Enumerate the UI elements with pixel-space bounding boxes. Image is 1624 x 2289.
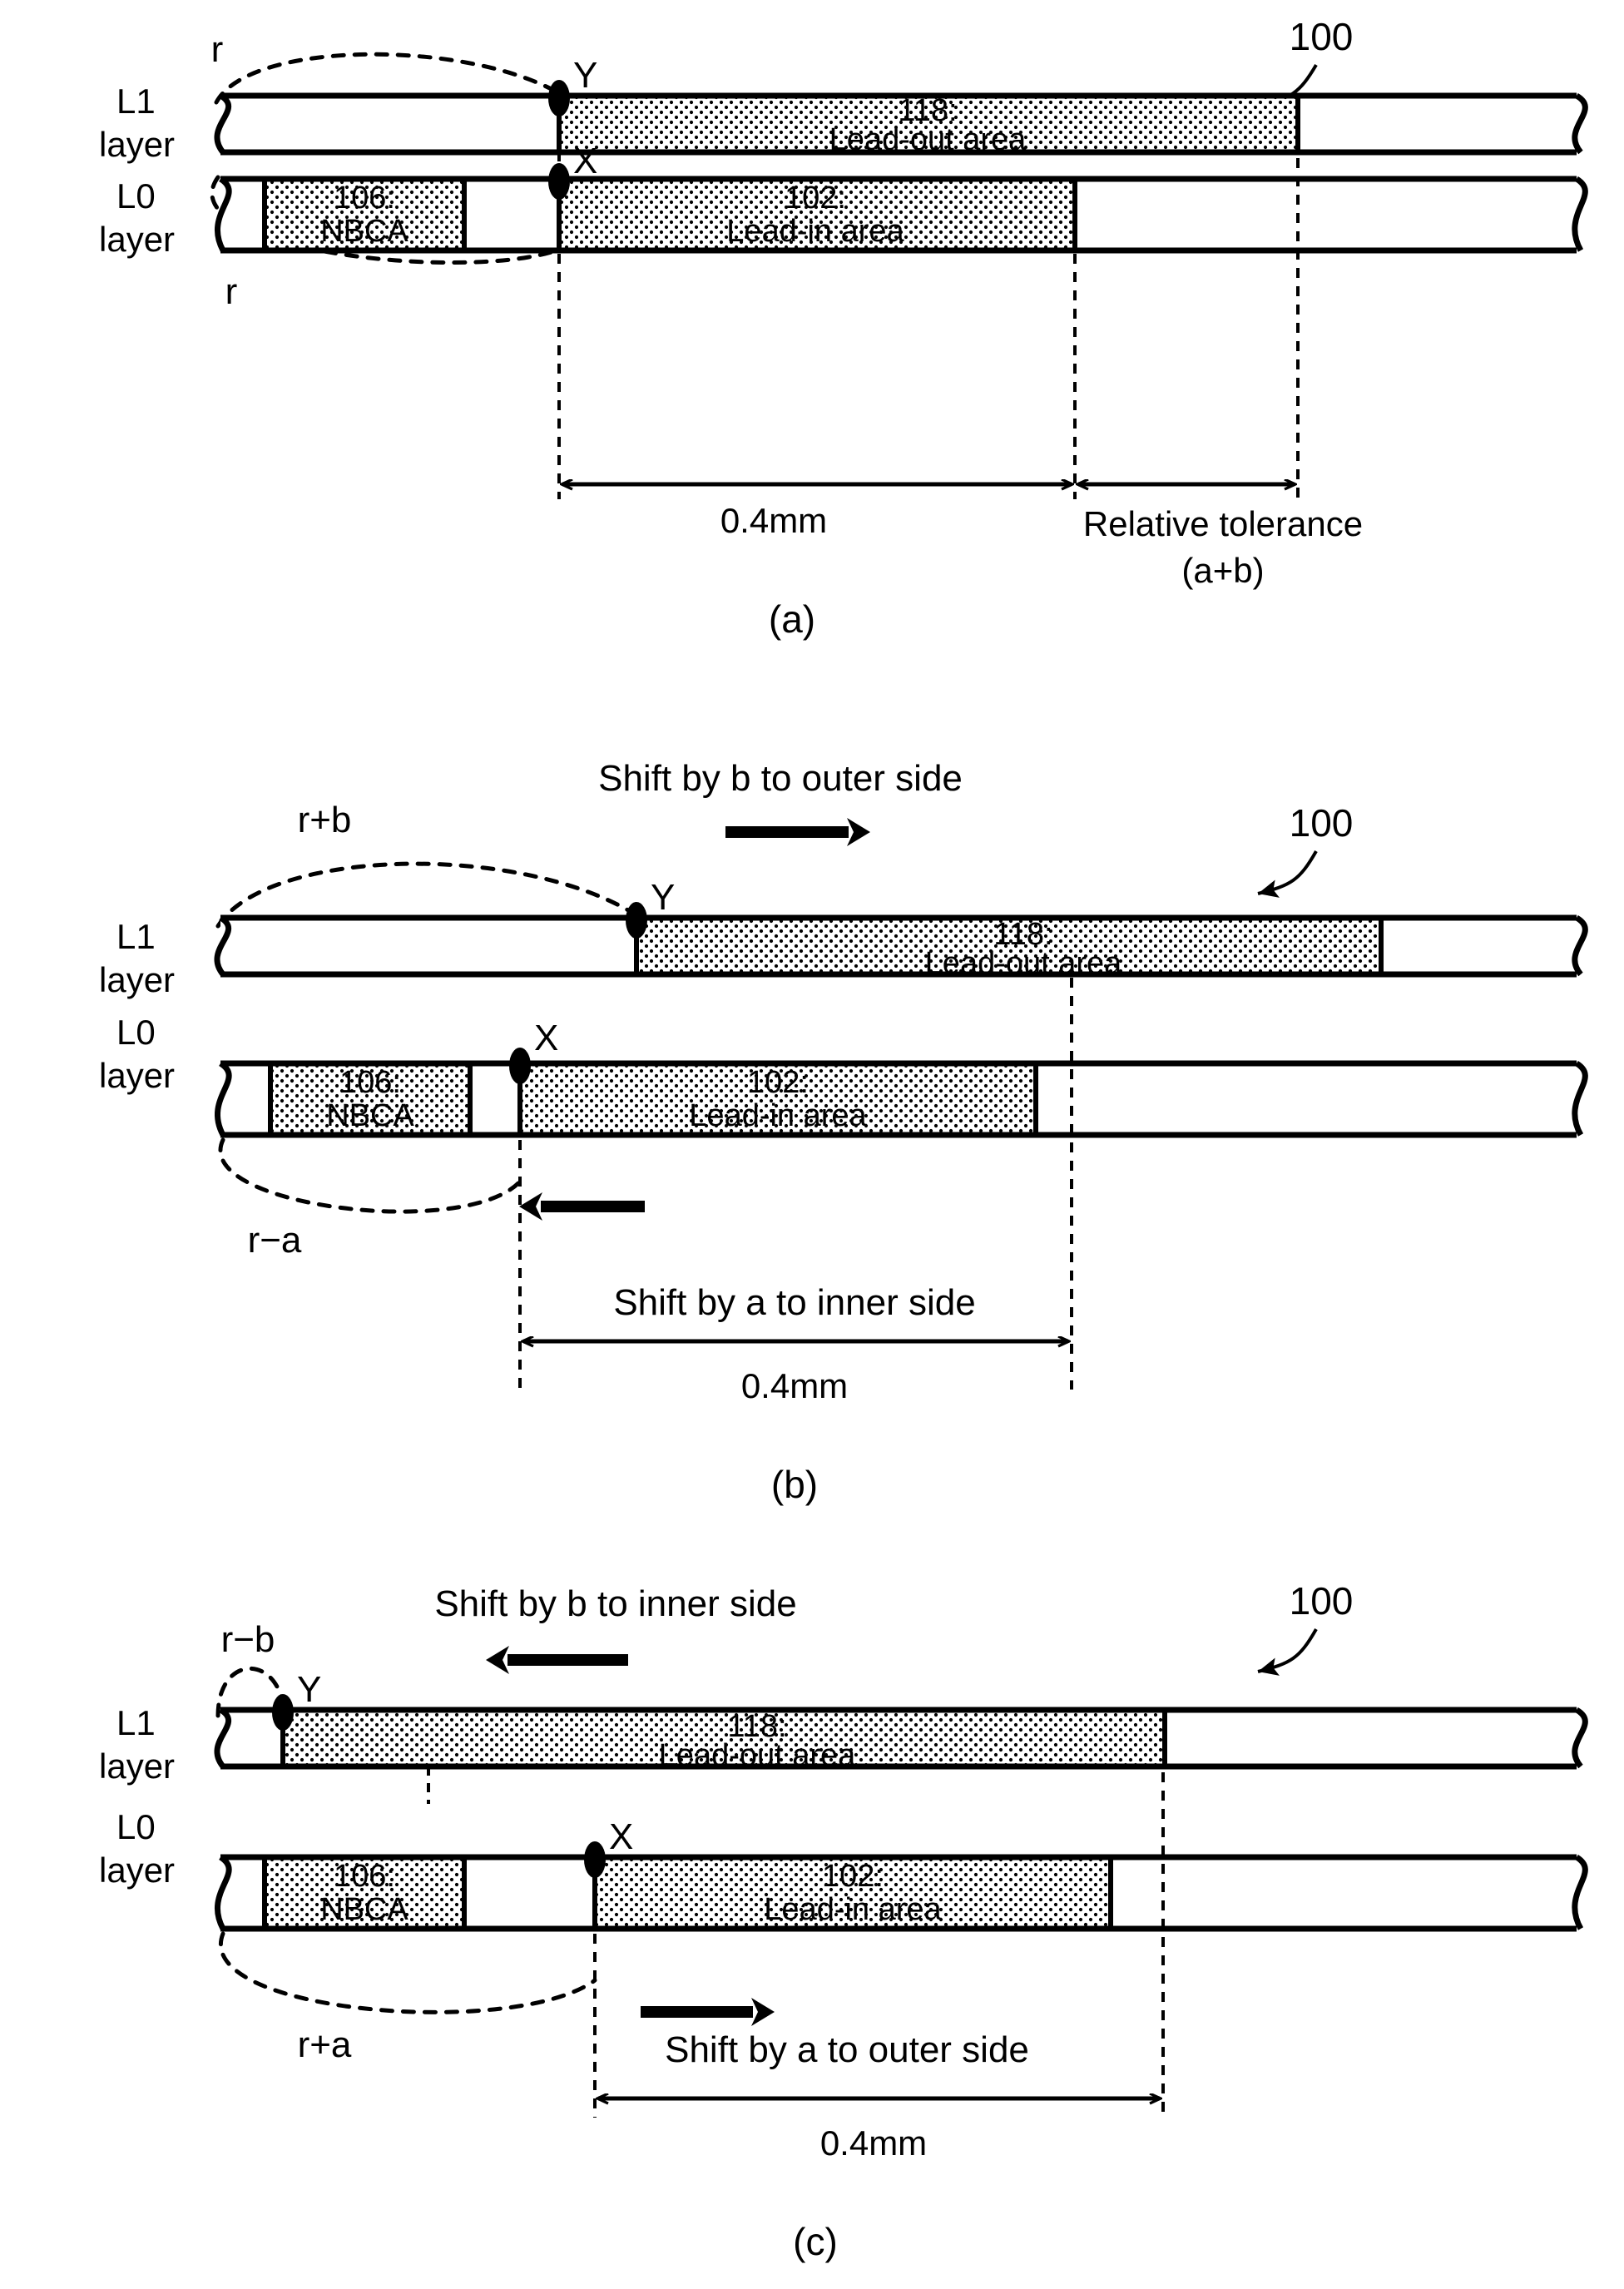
l0-nbca-number: 106: [339,1065,401,1100]
point-x-marker [548,163,570,200]
panel-caption-c: (c) [793,2220,838,2263]
point-y-label: Y [573,55,597,96]
tolerance-label-line1: Relative tolerance [1083,504,1363,543]
reference-numeral-100: 100 [1290,15,1354,58]
l1-layer-label-line2: layer [99,125,175,164]
figure-canvas: r r 100 L1 layer 118: Lead-out area Y L0… [99,15,1588,2263]
l0-leadin-name: Lead-in area [726,214,904,249]
l0-nbca-name: NBCA [320,1892,408,1927]
l1-leadout-name: Lead-out area [659,1738,856,1773]
l0-leadin-name: Lead-in area [689,1098,867,1133]
reference-numeral-100: 100 [1290,1579,1354,1623]
reference-leader-line [1257,850,1318,898]
l0-bar: 106: NBCA 102: Lead-in area [215,1854,1588,1932]
point-y-marker [272,1694,294,1731]
shift-note-a-outer: Shift by a to outer side [665,2029,1029,2070]
l1-layer-label-line1: L1 [116,82,156,121]
arc-label-top: r−b [221,1619,275,1660]
arc-label-bottom: r [225,271,238,312]
l0-layer-label-line1: L0 [116,176,156,216]
l0-layer-label-line1: L0 [116,1013,156,1052]
dimension-label-nominal: 0.4mm [741,1366,848,1405]
dimension-label-nominal: 0.4mm [820,2123,927,2163]
l1-layer-label-line2: layer [99,1746,175,1786]
point-x-label: X [534,1018,558,1058]
l0-leadin-number: 102: [822,1859,884,1894]
patent-figure: r r 100 L1 layer 118: Lead-out area Y L0… [0,0,1624,2289]
l0-leadin-number: 102: [785,181,846,216]
l1-layer-label-line1: L1 [116,917,156,956]
shift-note-a-inner: Shift by a to inner side [613,1282,975,1323]
reference-leader-line [1257,1628,1318,1676]
point-x-label: X [609,1816,633,1857]
panel-caption-b: (b) [771,1463,818,1506]
l0-layer-label-line2: layer [99,1056,175,1095]
arc-label-top: r+b [298,800,352,840]
l0-nbca-name: NBCA [326,1098,414,1133]
l0-nbca-number: 106: [334,1859,395,1894]
arc-label-top: r [211,29,224,70]
l0-leadin-number: 102: [747,1065,809,1100]
l1-bar: 118: Lead-out area [214,914,1588,981]
l0-nbca-name: NBCA [320,214,408,249]
l0-layer-label-line1: L0 [116,1807,156,1846]
panel-a: r r 100 L1 layer 118: Lead-out area Y L0… [99,15,1588,641]
point-y-marker [626,902,647,939]
dimension-label-nominal: 0.4mm [720,501,827,540]
l0-nbca-number: 106: [334,181,395,216]
arc-label-bottom: r−a [248,1220,302,1261]
point-y-marker [548,80,570,116]
arc-radius-bottom [218,1137,522,1214]
l0-layer-label-line2: layer [99,220,175,259]
l0-leadin-name: Lead-in area [764,1892,942,1927]
shift-note-b-inner: Shift by b to inner side [434,1583,796,1624]
l0-bar: 106: NBCA 102: Lead-in area [215,1060,1588,1138]
point-y-label: Y [297,1669,321,1710]
l1-bar: 118: Lead-out area [214,1707,1588,1773]
point-x-label: X [573,141,597,181]
l0-layer-label-line2: layer [99,1851,175,1890]
point-x-marker [509,1048,531,1084]
panel-caption-a: (a) [769,597,815,641]
point-y-label: Y [651,877,675,918]
l1-layer-label-line2: layer [99,960,175,999]
l1-leadout-name: Lead-out area [829,122,1027,157]
panel-b: Shift by b to outer side r+b 100 L1 laye… [99,758,1588,1506]
tolerance-label-line2: (a+b) [1181,551,1264,590]
reference-numeral-100: 100 [1290,801,1354,845]
l1-bar: 118: Lead-out area [214,92,1588,157]
l0-bar: 106: NBCA 102: Lead-in area [215,176,1588,254]
panel-c: Shift by b to inner side r−b 100 L1 laye… [99,1579,1588,2263]
point-x-marker [584,1841,606,1878]
arc-radius-bottom [218,1931,597,2014]
l1-layer-label-line1: L1 [116,1703,156,1742]
shift-note-b-outer: Shift by b to outer side [598,758,963,799]
l1-leadout-name: Lead-out area [925,946,1122,981]
arc-label-bottom: r+a [298,2024,352,2065]
